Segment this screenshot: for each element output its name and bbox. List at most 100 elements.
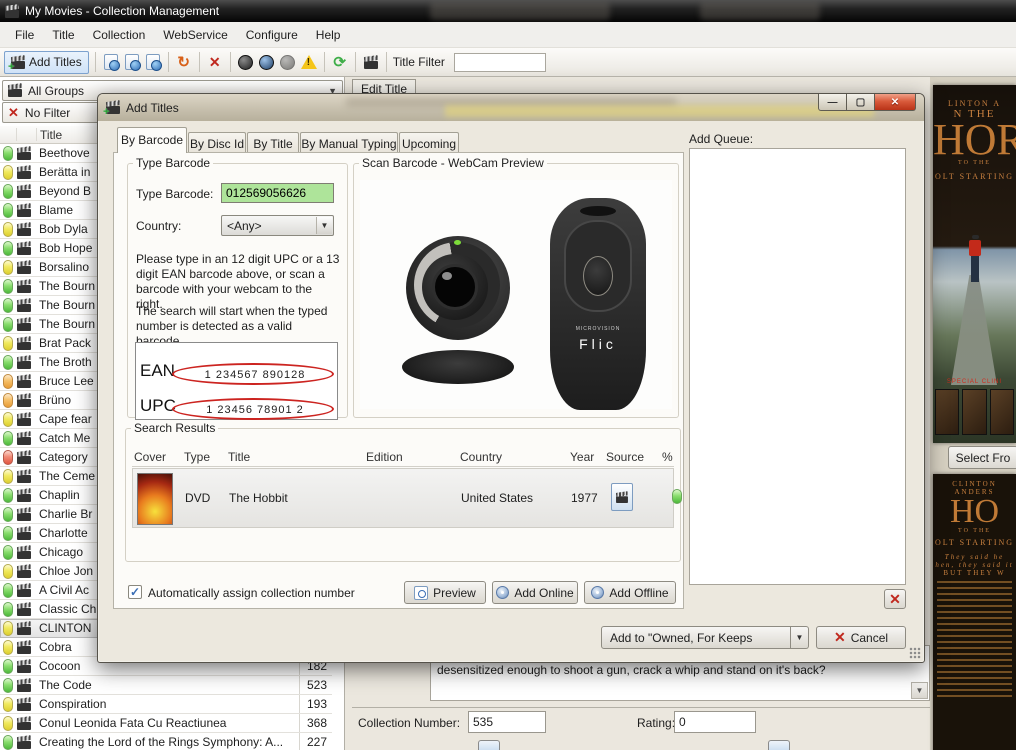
edit-button-partial[interactable]	[768, 740, 790, 750]
play-title-icon[interactable]	[237, 53, 255, 71]
list-item[interactable]: Conspiration 193	[0, 695, 332, 714]
status-capsule	[3, 316, 13, 332]
search-title-icon[interactable]	[258, 53, 276, 71]
movie-icon	[16, 468, 32, 483]
movie-icon	[16, 715, 32, 730]
add-online-button[interactable]: Add Online	[492, 581, 578, 604]
window-titlebar: My Movies - Collection Management	[0, 0, 1016, 22]
resize-grip[interactable]	[909, 647, 921, 659]
movie-title: Conspiration	[39, 697, 107, 711]
menu-configure[interactable]: Configure	[237, 24, 307, 46]
status-capsule	[3, 278, 13, 294]
movie-icon	[16, 639, 32, 654]
add-to-split-button[interactable]: Add to "Owned, For Keeps ▼	[601, 626, 809, 649]
maximize-button[interactable]: ▢	[847, 94, 874, 111]
status-capsule	[3, 544, 13, 560]
collection-number-field[interactable]: 535	[468, 711, 546, 733]
import-document-icon[interactable]	[102, 53, 120, 71]
tab-by-disc-id[interactable]: By Disc Id	[188, 132, 246, 153]
save-document-icon[interactable]	[144, 53, 162, 71]
list-item[interactable]: The Code 523	[0, 676, 332, 695]
preview-button[interactable]: Preview	[404, 581, 486, 604]
status-capsule	[3, 202, 13, 218]
add-offline-label: Add Offline	[609, 585, 669, 600]
movie-icon	[16, 202, 32, 217]
cover-text: HO	[949, 493, 1000, 530]
result-type: DVD	[185, 491, 211, 505]
add-offline-button[interactable]: Add Offline	[584, 581, 676, 604]
preview-icon	[414, 585, 429, 600]
close-button[interactable]: ✕	[874, 94, 916, 111]
col-edition[interactable]: Edition	[366, 450, 403, 464]
scanner-brand: MICROVISION	[575, 326, 621, 332]
barcode-input[interactable]	[221, 183, 334, 203]
cancel-label: Cancel	[850, 630, 889, 645]
tab-by-barcode[interactable]: By Barcode	[117, 127, 187, 153]
cover-road-art	[951, 275, 997, 385]
result-source-icon[interactable]	[611, 483, 633, 511]
col-type[interactable]: Type	[184, 450, 210, 464]
movie-icon	[16, 221, 32, 236]
auto-assign-checkbox[interactable]: ✓	[128, 585, 142, 599]
menu-webservice[interactable]: WebService	[154, 24, 236, 46]
edit-title-icon[interactable]	[362, 53, 380, 71]
rating-field[interactable]: 0	[674, 711, 756, 733]
menu-file[interactable]: File	[6, 24, 43, 46]
col-year[interactable]: Year	[570, 450, 594, 464]
status-capsule	[3, 639, 13, 655]
cancel-button[interactable]: ✕ Cancel	[816, 626, 906, 649]
cover-text: They said he	[944, 553, 1005, 561]
save-button-partial[interactable]	[478, 740, 500, 750]
delete-icon[interactable]: ✕	[206, 53, 224, 71]
movie-icon	[16, 164, 32, 179]
tab-by-manual-typing[interactable]: By Manual Typing	[300, 132, 398, 153]
toolbar-separator	[323, 52, 325, 72]
tab-by-title[interactable]: By Title	[247, 132, 299, 153]
remove-queue-button[interactable]: ✕	[884, 589, 906, 609]
menu-bar: File Title Collection WebService Configu…	[0, 22, 1016, 48]
col-source[interactable]: Source	[606, 450, 644, 464]
title-filter-input[interactable]	[453, 52, 546, 72]
movie-title: The Code	[39, 678, 92, 692]
barcode-scanner-image: MICROVISION Flic	[550, 198, 646, 410]
refresh-icon[interactable]: ↻	[175, 53, 193, 71]
window-controls: — ▢ ✕	[818, 94, 916, 111]
col-percent[interactable]: %	[662, 450, 673, 464]
add-queue-list[interactable]	[689, 148, 906, 585]
menu-help[interactable]: Help	[307, 24, 350, 46]
add-titles-icon	[8, 54, 26, 73]
country-select[interactable]: <Any> ▼	[221, 215, 334, 236]
status-capsule	[3, 525, 13, 541]
add-online-icon	[496, 586, 510, 599]
list-item[interactable]: Conul Leonida Fata Cu Reactiunea 368	[0, 714, 332, 733]
search-results-legend: Search Results	[134, 421, 216, 435]
dialog-titlebar[interactable]: Add Titles	[98, 94, 924, 121]
cover-text: hen, they said it	[935, 561, 1014, 569]
col-cover[interactable]: Cover	[134, 450, 166, 464]
list-item[interactable]: Creating the Lord of the Rings Symphony:…	[0, 733, 332, 750]
col-country[interactable]: Country	[460, 450, 502, 464]
title-column-header[interactable]: Title	[0, 128, 62, 142]
movie-icon	[16, 658, 32, 673]
menu-collection[interactable]: Collection	[84, 24, 155, 46]
menu-title[interactable]: Title	[43, 24, 83, 46]
chevron-down-icon[interactable]: ▼	[791, 626, 809, 649]
webcam-preview-legend: Scan Barcode - WebCam Preview	[362, 156, 544, 170]
country-label: Country:	[136, 219, 182, 233]
toolbar-separator	[198, 52, 200, 72]
toolbar-separator	[354, 52, 356, 72]
col-title[interactable]: Title	[228, 450, 250, 464]
result-row[interactable]: DVD The Hobbit United States 1977	[132, 468, 682, 528]
select-from-button[interactable]: Select Fro	[948, 446, 1016, 469]
status-capsule	[3, 392, 13, 408]
status-capsule	[3, 563, 13, 579]
export-document-icon[interactable]	[123, 53, 141, 71]
sync-icon[interactable]: ⟳	[331, 53, 349, 71]
tab-upcoming[interactable]: Upcoming	[399, 132, 459, 153]
add-titles-button[interactable]: Add Titles	[4, 50, 89, 74]
cover-text: OLT STARTING	[934, 538, 1015, 547]
scroll-down-arrow[interactable]: ▼	[911, 682, 928, 699]
disc-title-icon[interactable]	[279, 53, 297, 71]
warning-icon[interactable]	[300, 53, 318, 71]
minimize-button[interactable]: —	[818, 94, 847, 111]
